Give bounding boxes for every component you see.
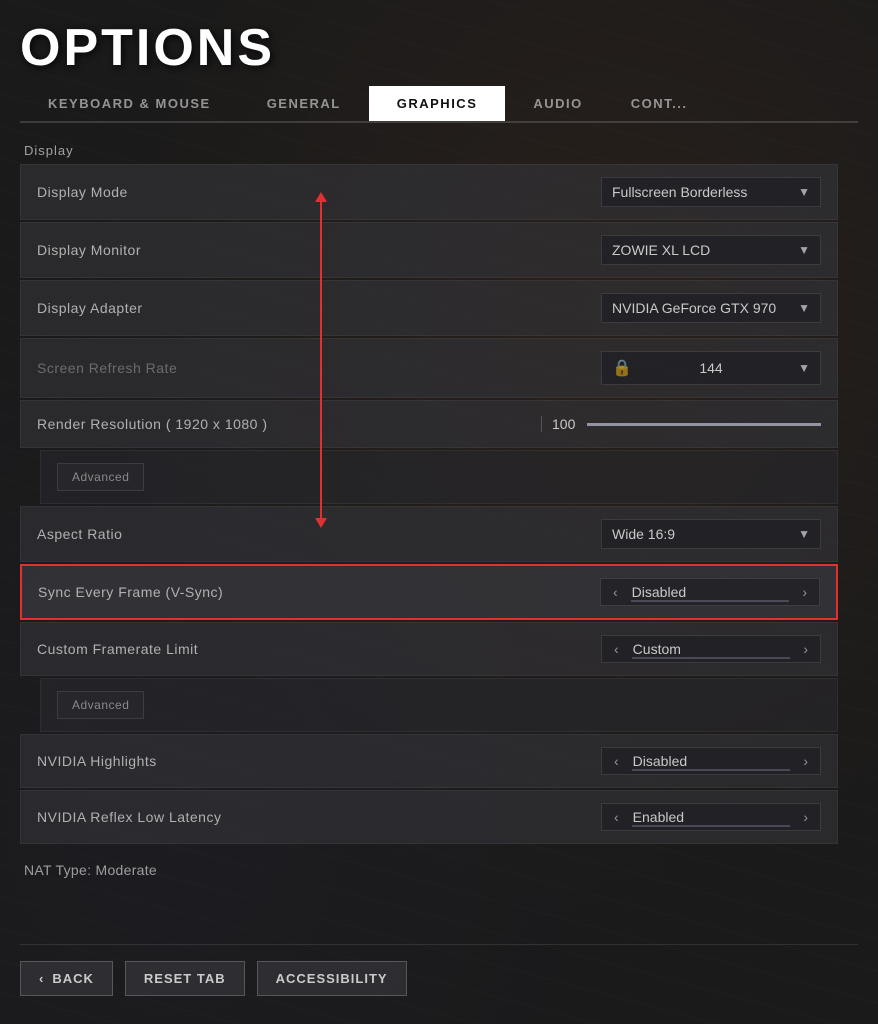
content-area: Display Display Mode Fullscreen Borderle… (20, 143, 858, 1024)
vsync-arrow-control[interactable]: ‹ Disabled › (600, 578, 820, 606)
tab-audio[interactable]: AUDIO (505, 86, 610, 121)
screen-refresh-dropdown[interactable]: 🔒 144 ▼ (601, 351, 821, 385)
display-mode-arrow: ▼ (798, 185, 810, 199)
section-display-label: Display (20, 143, 838, 158)
nvidia-highlights-prev[interactable]: ‹ (610, 753, 623, 769)
aspect-ratio-label: Aspect Ratio (37, 526, 122, 542)
nvidia-reflex-label: NVIDIA Reflex Low Latency (37, 809, 221, 825)
back-button[interactable]: ‹ Back (20, 961, 113, 996)
page-title: OPTIONS (20, 18, 858, 78)
accessibility-button[interactable]: Accessibility (257, 961, 407, 996)
reset-tab-button[interactable]: Reset Tab (125, 961, 245, 996)
vsync-underline (631, 600, 789, 602)
scroll-container[interactable]: Display Display Mode Fullscreen Borderle… (20, 143, 858, 944)
setting-row-nvidia-highlights: NVIDIA Highlights ‹ Disabled › (20, 734, 838, 788)
display-monitor-value: ZOWIE XL LCD (612, 242, 710, 258)
nvidia-reflex-prev[interactable]: ‹ (610, 809, 623, 825)
back-label: Back (52, 971, 94, 986)
screen-refresh-arrow: ▼ (798, 361, 810, 375)
aspect-ratio-arrow: ▼ (798, 527, 810, 541)
display-mode-label: Display Mode (37, 184, 128, 200)
framerate-value: Custom (629, 641, 794, 657)
render-res-label: Render Resolution ( 1920 x 1080 ) (37, 416, 268, 432)
setting-row-display-mode: Display Mode Fullscreen Borderless ▼ (20, 164, 838, 220)
display-monitor-dropdown[interactable]: ZOWIE XL LCD ▼ (601, 235, 821, 265)
display-adapter-label: Display Adapter (37, 300, 143, 316)
settings-list: Display Mode Fullscreen Borderless ▼ Dis… (20, 164, 838, 844)
display-monitor-value-area: ZOWIE XL LCD ▼ (541, 235, 821, 265)
nvidia-highlights-value-area: ‹ Disabled › (541, 747, 821, 775)
nvidia-reflex-underline (632, 825, 790, 827)
display-adapter-value-area: NVIDIA GeForce GTX 970 ▼ (541, 293, 821, 323)
framerate-arrow-control[interactable]: ‹ Custom › (601, 635, 821, 663)
reset-label: Reset Tab (144, 971, 226, 986)
vsync-label: Sync Every Frame (V-Sync) (38, 584, 223, 600)
nvidia-reflex-value-area: ‹ Enabled › (541, 803, 821, 831)
render-res-number: 100 (541, 416, 575, 432)
framerate-underline (632, 657, 790, 659)
aspect-ratio-value-area: Wide 16:9 ▼ (541, 519, 821, 549)
setting-row-render-resolution: Render Resolution ( 1920 x 1080 ) 100 (20, 400, 838, 448)
tab-cont: CONT... (611, 86, 708, 121)
setting-row-nvidia-reflex: NVIDIA Reflex Low Latency ‹ Enabled › (20, 790, 838, 844)
screen-refresh-label: Screen Refresh Rate (37, 360, 177, 376)
aspect-ratio-value: Wide 16:9 (612, 526, 675, 542)
setting-row-display-monitor: Display Monitor ZOWIE XL LCD ▼ (20, 222, 838, 278)
nat-type-label: NAT Type: Moderate (20, 854, 838, 882)
vsync-value-area: ‹ Disabled › (540, 578, 820, 606)
display-monitor-arrow: ▼ (798, 243, 810, 257)
aspect-ratio-dropdown[interactable]: Wide 16:9 ▼ (601, 519, 821, 549)
nvidia-reflex-next[interactable]: › (799, 809, 812, 825)
setting-row-advanced-2: Advanced (40, 678, 838, 732)
framerate-next-btn[interactable]: › (799, 641, 812, 657)
advanced-button-2[interactable]: Advanced (57, 691, 144, 719)
display-mode-value-area: Fullscreen Borderless ▼ (541, 177, 821, 207)
nvidia-reflex-value: Enabled (629, 809, 794, 825)
display-mode-value: Fullscreen Borderless (612, 184, 747, 200)
advanced-button-1[interactable]: Advanced (57, 463, 144, 491)
accessibility-label: Accessibility (276, 971, 388, 986)
back-icon: ‹ (39, 971, 44, 986)
slider-fill (587, 423, 821, 426)
tab-graphics[interactable]: GRAPHICS (369, 86, 506, 121)
display-monitor-label: Display Monitor (37, 242, 141, 258)
nvidia-highlights-control[interactable]: ‹ Disabled › (601, 747, 821, 775)
display-adapter-dropdown[interactable]: NVIDIA GeForce GTX 970 ▼ (601, 293, 821, 323)
render-res-value-area: 100 (541, 416, 821, 432)
framerate-value-area: ‹ Custom › (541, 635, 821, 663)
lock-icon: 🔒 (612, 358, 632, 378)
vsync-prev-btn[interactable]: ‹ (609, 584, 622, 600)
display-mode-dropdown[interactable]: Fullscreen Borderless ▼ (601, 177, 821, 207)
vsync-next-btn[interactable]: › (798, 584, 811, 600)
tab-keyboard[interactable]: KEYBOARD & MOUSE (20, 86, 239, 121)
nvidia-highlights-underline (632, 769, 790, 771)
screen-refresh-value-area: 🔒 144 ▼ (541, 351, 821, 385)
display-adapter-value: NVIDIA GeForce GTX 970 (612, 300, 776, 316)
nvidia-reflex-control[interactable]: ‹ Enabled › (601, 803, 821, 831)
setting-row-advanced-1: Advanced (40, 450, 838, 504)
tab-general[interactable]: GENERAL (239, 86, 369, 121)
tabs-bar: KEYBOARD & MOUSE GENERAL GRAPHICS AUDIO … (20, 86, 858, 123)
bottom-bar: ‹ Back Reset Tab Accessibility (20, 944, 858, 1016)
nvidia-highlights-next[interactable]: › (799, 753, 812, 769)
setting-row-aspect-ratio: Aspect Ratio Wide 16:9 ▼ (20, 506, 838, 562)
setting-row-display-adapter: Display Adapter NVIDIA GeForce GTX 970 ▼ (20, 280, 838, 336)
framerate-label: Custom Framerate Limit (37, 641, 198, 657)
framerate-prev-btn[interactable]: ‹ (610, 641, 623, 657)
nvidia-highlights-label: NVIDIA Highlights (37, 753, 157, 769)
setting-row-screen-refresh-rate: Screen Refresh Rate 🔒 144 ▼ (20, 338, 838, 398)
setting-row-framerate: Custom Framerate Limit ‹ Custom › (20, 622, 838, 676)
nvidia-highlights-value: Disabled (629, 753, 794, 769)
setting-row-vsync: Sync Every Frame (V-Sync) ‹ Disabled › (20, 564, 838, 620)
screen-refresh-value: 144 (699, 360, 722, 376)
vsync-value: Disabled (628, 584, 793, 600)
render-res-slider[interactable] (587, 423, 821, 426)
display-adapter-arrow: ▼ (798, 301, 810, 315)
